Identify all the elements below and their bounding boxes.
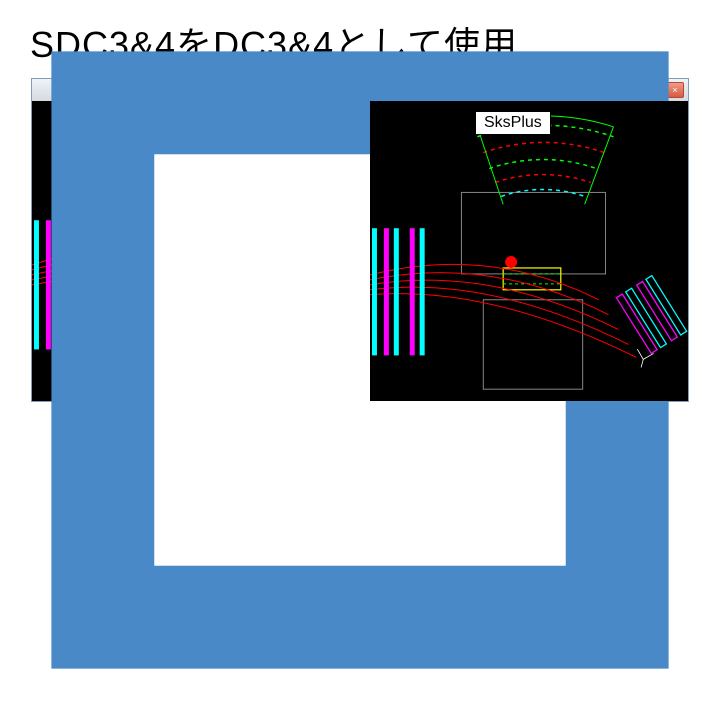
app-icon	[374, 83, 388, 97]
viewport-sksplus[interactable]: SksPlus	[370, 101, 688, 401]
titlebar[interactable]: viewer-0 (OpenGLImmediateX) _ □ ×	[370, 79, 688, 101]
detector-diagram-sksplus	[370, 101, 688, 399]
window-sksplus: viewer-0 (OpenGLImmediateX) _ □ ×	[369, 78, 689, 402]
window-row: viewer-0 (OpenGLImmediateX) _ □ ×	[0, 78, 720, 402]
label-sksplus: SksPlus	[475, 111, 551, 135]
